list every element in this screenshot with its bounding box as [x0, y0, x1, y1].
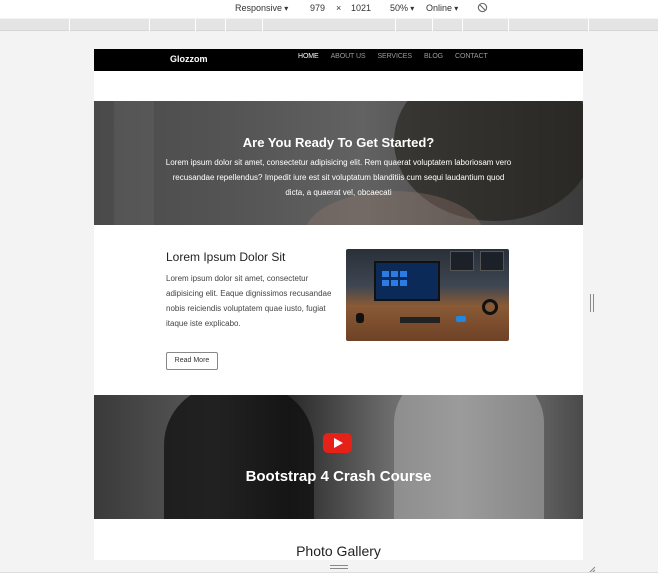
rotate-icon[interactable] [477, 2, 488, 16]
resize-handle-corner[interactable] [586, 562, 596, 575]
zoom-select[interactable]: 50% [390, 3, 414, 14]
desk-setup-image [346, 249, 509, 341]
info-section: Lorem Ipsum Dolor Sit Lorem ipsum dolor … [94, 225, 583, 395]
mouse [456, 316, 466, 322]
resize-handle-bottom[interactable] [330, 565, 348, 569]
video-title: Bootstrap 4 Crash Course [245, 468, 432, 485]
wall-frame [450, 251, 474, 271]
read-more-button[interactable]: Read More [166, 352, 218, 370]
info-text: Lorem ipsum dolor sit amet, consectetur … [166, 274, 332, 328]
headphones [482, 299, 498, 315]
youtube-play-icon[interactable] [323, 433, 352, 453]
nav-contact[interactable]: CONTACT [455, 53, 488, 60]
network-throttle-select[interactable]: Online [426, 3, 458, 14]
nav-blog[interactable]: BLOG [424, 53, 443, 60]
hero-section: Are You Ready To Get Started? Lorem ipsu… [94, 101, 583, 225]
gallery-title: Photo Gallery [296, 543, 381, 559]
hero-background-detail [114, 101, 154, 225]
video-section: Bootstrap 4 Crash Course [94, 395, 583, 519]
nav-about[interactable]: ABOUT US [331, 53, 366, 60]
video-background-detail [394, 395, 544, 519]
site-nav: HOME ABOUT US SERVICES BLOG CONTACT [298, 53, 500, 60]
info-title: Lorem Ipsum Dolor Sit [166, 250, 286, 264]
resize-handle-right[interactable] [590, 294, 594, 312]
hero-text: Lorem ipsum dolor sit amet, consectetur … [165, 158, 512, 197]
emulated-page: Glozzom HOME ABOUT US SERVICES BLOG CONT… [94, 49, 583, 560]
hero-title: Are You Ready To Get Started? [242, 135, 435, 150]
width-input[interactable]: 979 [310, 3, 325, 14]
height-input[interactable]: 1021 [351, 3, 371, 14]
speaker [356, 313, 364, 323]
device-select[interactable]: Responsive [235, 3, 288, 14]
site-brand[interactable]: Glozzom [170, 54, 208, 64]
nav-services[interactable]: SERVICES [377, 53, 412, 60]
keyboard [400, 317, 440, 323]
device-toolbar: Responsive 979 × 1021 50% Online [0, 0, 658, 18]
video-background-image [164, 395, 314, 519]
media-query-ruler[interactable] [0, 19, 658, 31]
site-navbar: Glozzom HOME ABOUT US SERVICES BLOG CONT… [94, 49, 583, 71]
monitor [374, 261, 440, 301]
bottom-bar [0, 572, 658, 581]
wall-frame [480, 251, 504, 271]
nav-home[interactable]: HOME [298, 53, 319, 60]
dimension-separator: × [336, 3, 342, 13]
